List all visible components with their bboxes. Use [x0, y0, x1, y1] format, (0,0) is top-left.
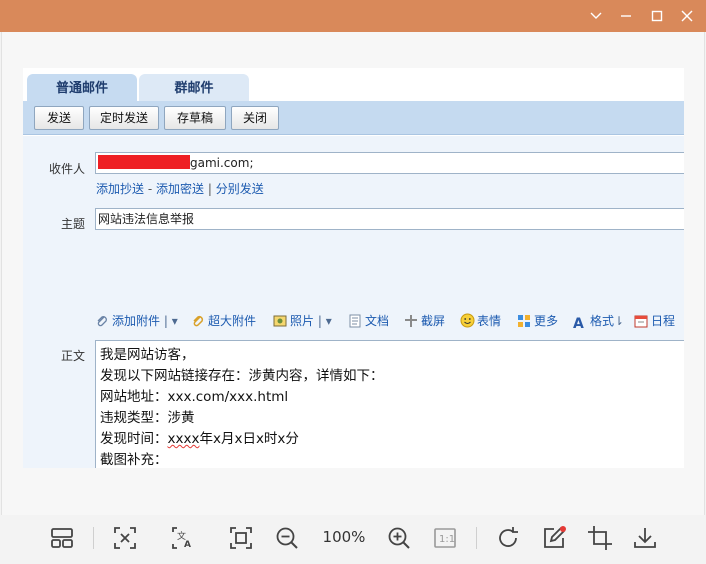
body-line: 我是网站访客， — [100, 347, 195, 363]
minimize-icon[interactable] — [615, 6, 637, 26]
recipient-label: 收件人 — [48, 162, 85, 176]
emoji-button[interactable]: 表情 — [460, 312, 501, 330]
body-line: 截图补充： — [100, 452, 168, 468]
email-compose-screenshot: 普通邮件 群邮件 发送 定时发送 存草稿 关闭 收件人 gami.com; 添加… — [23, 68, 684, 468]
document-button[interactable]: 文档 — [348, 312, 389, 330]
zoom-in-icon[interactable] — [386, 525, 412, 551]
paperclip-icon — [191, 314, 205, 328]
toolbar-divider — [476, 527, 477, 549]
tab-group-mail[interactable]: 群邮件 — [139, 74, 249, 102]
separate-send-link[interactable]: 分别发送 — [216, 182, 264, 196]
download-icon[interactable] — [632, 525, 658, 551]
grid-icon — [517, 314, 531, 328]
close-button[interactable]: 关闭 — [231, 106, 279, 130]
scheduled-send-button[interactable]: 定时发送 — [89, 106, 159, 130]
chevron-down-icon[interactable]: | ▾ — [318, 314, 332, 328]
compose-form: 收件人 gami.com; 添加抄送 - 添加密送 | 分别发送 主题 网站违法… — [23, 136, 684, 468]
calendar-icon — [634, 314, 648, 328]
recipient-links: 添加抄送 - 添加密送 | 分别发送 — [96, 180, 264, 197]
screenshot-button[interactable]: 截屏 — [404, 312, 445, 330]
document-icon — [348, 314, 362, 328]
compose-tabs: 普通邮件 群邮件 — [23, 68, 684, 102]
photo-icon — [273, 314, 287, 328]
actual-size-icon[interactable]: 1:1 — [432, 525, 458, 551]
title-bar — [0, 0, 706, 32]
body-line: 网站地址：xxx.com/xxx.html — [100, 389, 289, 405]
save-draft-button[interactable]: 存草稿 — [164, 106, 226, 130]
rotate-icon[interactable] — [495, 525, 521, 551]
link-separator: | — [207, 182, 212, 196]
subject-field[interactable]: 网站违法信息举报 — [95, 208, 684, 230]
fit-icon[interactable] — [112, 525, 138, 551]
body-line-time: 发现时间：xxxx年x月x日x时x分 — [100, 431, 299, 447]
toolbar-divider — [93, 527, 94, 549]
viewer-toolbar: 文A 100% 1:1 — [0, 515, 706, 564]
redacted-block — [98, 155, 190, 169]
add-cc-link[interactable]: 添加抄送 — [96, 182, 144, 196]
svg-text:A: A — [184, 540, 191, 550]
link-separator: - — [147, 182, 153, 196]
paperclip-icon — [95, 314, 109, 328]
calendar-button[interactable]: 日程 — [634, 312, 675, 330]
fullscreen-icon[interactable] — [228, 525, 254, 551]
crop-icon[interactable] — [587, 525, 613, 551]
chevron-down-icon[interactable]: | ▾ — [164, 314, 178, 328]
ocr-translate-icon[interactable]: 文A — [170, 525, 196, 551]
maximize-icon[interactable] — [646, 6, 668, 26]
spellcheck-word: xxxx — [167, 431, 200, 447]
compose-toolbar: 发送 定时发送 存草稿 关闭 — [23, 101, 684, 135]
large-attachment-button[interactable]: 超大附件 — [191, 312, 256, 330]
recipient-field[interactable]: gami.com; — [95, 152, 684, 174]
chevron-down-icon[interactable] — [585, 6, 607, 26]
scissors-icon — [404, 314, 418, 328]
zoom-out-icon[interactable] — [274, 525, 300, 551]
body-label: 正文 — [60, 349, 85, 363]
more-button[interactable]: 更多 — [517, 312, 558, 330]
body-line: 违规类型：涉黄 — [100, 410, 195, 426]
tab-normal-mail[interactable]: 普通邮件 — [27, 74, 137, 102]
recipient-value: gami.com; — [190, 156, 254, 170]
layout-icon[interactable] — [49, 525, 75, 551]
add-attachment-button[interactable]: 添加附件 | ▾ — [95, 312, 178, 330]
svg-text:1:1: 1:1 — [439, 534, 455, 545]
subject-label: 主题 — [60, 217, 85, 231]
close-icon[interactable] — [676, 6, 698, 26]
photo-button[interactable]: 照片 | ▾ — [273, 312, 332, 330]
add-bcc-link[interactable]: 添加密送 — [156, 182, 204, 196]
smiley-icon — [460, 313, 475, 328]
body-line: 发现以下网站链接存在：涉黄内容，详情如下： — [100, 368, 384, 384]
zoom-level: 100% — [322, 528, 366, 546]
send-button[interactable]: 发送 — [34, 106, 84, 130]
text-format-icon: A — [573, 316, 584, 332]
email-body-editor[interactable]: 我是网站访客， 发现以下网站链接存在：涉黄内容，详情如下： 网站地址：xxx.c… — [95, 340, 684, 468]
edit-icon[interactable] — [541, 525, 567, 551]
format-button[interactable]: A 格式⇂ — [573, 312, 624, 332]
